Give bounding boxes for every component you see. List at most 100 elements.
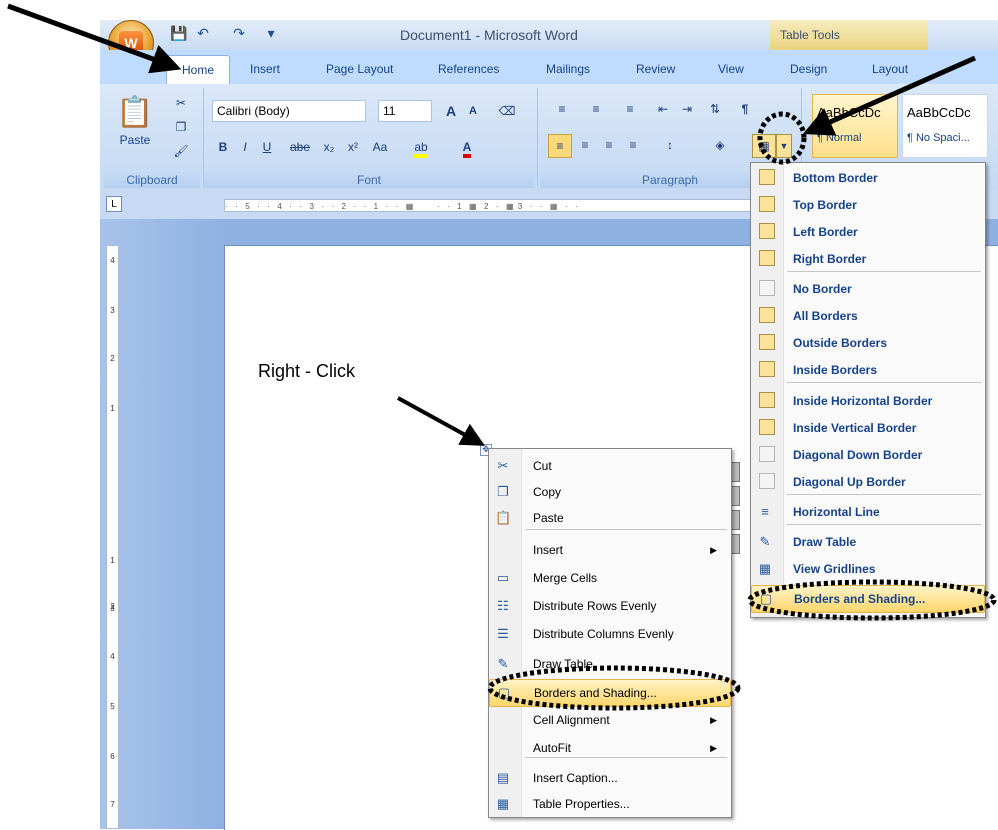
tab-references[interactable]: References <box>434 58 503 80</box>
style-normal[interactable]: AaBbCcDc ¶ Normal <box>812 94 898 158</box>
multilevel-list-icon[interactable]: ≡ <box>616 98 644 120</box>
bullets-icon[interactable]: ≡ <box>548 98 576 120</box>
borders-menu-item-label: Borders and Shading... <box>794 592 926 606</box>
context-menu-item[interactable]: ✂ Cut <box>489 453 731 479</box>
vruler-number: 3 <box>110 306 115 315</box>
underline-button[interactable]: U <box>256 136 278 158</box>
copy-icon[interactable]: ❐ <box>170 116 192 138</box>
clear-formatting-icon[interactable]: ⌫ <box>496 100 518 122</box>
borders-menu-item[interactable]: Diagonal Up Border <box>751 469 985 495</box>
tab-view[interactable]: View <box>714 58 748 80</box>
tab-page-layout[interactable]: Page Layout <box>322 58 397 80</box>
shading-icon[interactable]: ◈ <box>706 134 734 156</box>
bold-button[interactable]: B <box>212 136 234 158</box>
borders-menu-item[interactable]: Inside Vertical Border <box>751 415 985 441</box>
context-menu-item[interactable]: ▢ Borders and Shading... <box>489 679 731 707</box>
italic-button[interactable]: I <box>234 136 256 158</box>
context-menu-item[interactable]: ✎ Draw Table <box>489 651 731 677</box>
cut-icon[interactable]: ✂ <box>170 92 192 114</box>
strikethrough-button[interactable]: abe <box>286 136 314 158</box>
show-formatting-icon[interactable]: ¶ <box>734 98 756 120</box>
borders-menu-item[interactable]: Inside Horizontal Border <box>751 388 985 414</box>
borders-menu-item[interactable]: ▢ Borders and Shading... <box>751 585 985 613</box>
borders-menu-item[interactable]: ▦ View Gridlines <box>751 556 985 582</box>
bottom-border-icon <box>759 169 775 185</box>
save-icon[interactable]: 💾 <box>170 24 188 42</box>
sort-icon[interactable]: ⇅ <box>704 98 726 120</box>
undo-icon[interactable]: ↶ <box>194 24 212 42</box>
tab-mailings[interactable]: Mailings <box>542 58 594 80</box>
style-no-spacing[interactable]: AaBbCcDc ¶ No Spaci... <box>902 94 988 158</box>
decrease-indent-icon[interactable]: ⇤ <box>652 98 674 120</box>
borders-menu-item[interactable]: ✎ Draw Table <box>751 529 985 555</box>
change-case-button[interactable]: Aa <box>366 136 394 158</box>
borders-menu-item-label: Top Border <box>793 198 857 212</box>
context-menu-item[interactable]: ▭ Merge Cells <box>489 565 731 591</box>
context-menu-item[interactable]: ☷ Distribute Rows Evenly <box>489 593 731 619</box>
context-menu-item[interactable]: Insert ▶ <box>489 537 731 563</box>
customize-icon[interactable]: ▾ <box>262 24 280 42</box>
line-spacing-icon[interactable]: ↕ <box>656 134 684 156</box>
shrink-font-button[interactable]: A <box>462 100 484 122</box>
font-color-icon[interactable]: A <box>452 136 482 158</box>
vruler-number: 2 <box>110 354 115 363</box>
borders-menu-item[interactable]: Right Border <box>751 246 985 272</box>
superscript-button[interactable]: x² <box>342 136 364 158</box>
align-right-icon[interactable]: ≡ <box>598 134 620 156</box>
context-menu-item[interactable]: 📋 Paste <box>489 505 731 531</box>
format-painter-icon[interactable]: 🖌 <box>170 140 192 162</box>
font-size-box[interactable]: 11 <box>378 100 432 122</box>
borders-menu-item[interactable]: ≡ Horizontal Line <box>751 499 985 525</box>
distribute-rows-icon: ☷ <box>497 598 509 613</box>
borders-menu-item[interactable]: No Border <box>751 276 985 302</box>
tab-selector[interactable]: L <box>106 196 122 212</box>
submenu-arrow-icon: ▶ <box>710 715 717 725</box>
increase-indent-icon[interactable]: ⇥ <box>676 98 698 120</box>
context-menu-item[interactable]: ❐ Copy <box>489 479 731 505</box>
borders-menu-item[interactable]: Top Border <box>751 192 985 218</box>
style-normal-name: ¶ Normal <box>817 132 862 144</box>
borders-menu-item[interactable]: Diagonal Down Border <box>751 442 985 468</box>
horizontal-line-icon: ≡ <box>761 504 769 519</box>
borders-menu-item-label: Right Border <box>793 252 867 266</box>
justify-icon[interactable]: ≡ <box>622 134 644 156</box>
align-center-icon[interactable]: ≡ <box>574 134 596 156</box>
context-menu-item[interactable]: ▦ Table Properties... <box>489 791 731 817</box>
context-menu-item[interactable]: Cell Alignment ▶ <box>489 707 731 733</box>
vruler-number: 1 <box>110 556 115 565</box>
grow-font-button[interactable]: A <box>440 100 462 122</box>
borders-menu-item[interactable]: All Borders <box>751 303 985 329</box>
tab-home[interactable]: Home <box>166 55 230 84</box>
borders-menu-item[interactable]: Bottom Border <box>751 165 985 191</box>
borders-dropdown-icon[interactable]: ▼ <box>776 134 792 158</box>
left-border-icon <box>759 223 775 239</box>
align-left-icon[interactable]: ≡ <box>548 134 572 158</box>
tab-review[interactable]: Review <box>632 58 679 80</box>
context-menu-item-label: Insert <box>533 543 564 557</box>
tab-layout[interactable]: Layout <box>868 58 912 80</box>
menu-separator <box>787 382 981 383</box>
menu-separator <box>525 757 727 758</box>
borders-icon[interactable]: ▦ <box>752 134 776 158</box>
inside-horizontal-border-icon <box>759 392 775 408</box>
borders-menu-item[interactable]: Outside Borders <box>751 330 985 356</box>
borders-menu-item[interactable]: Left Border <box>751 219 985 245</box>
highlight-icon[interactable]: ab <box>406 136 436 158</box>
context-menu-item-label: Paste <box>533 511 564 525</box>
tab-design[interactable]: Design <box>786 58 831 80</box>
vertical-ruler[interactable]: 4 3 2 1 1 2 3 4 5 6 7 <box>106 245 119 829</box>
tab-insert[interactable]: Insert <box>246 58 284 80</box>
numbering-icon[interactable]: ≡ <box>582 98 610 120</box>
paste-button[interactable]: 📋 Paste <box>112 92 158 160</box>
borders-menu-item[interactable]: Inside Borders <box>751 357 985 383</box>
borders-menu-item-label: Inside Borders <box>793 363 878 377</box>
context-menu-item[interactable]: ▤ Insert Caption... <box>489 765 731 791</box>
redo-icon[interactable]: ↷ <box>230 24 248 42</box>
caption-icon: ▤ <box>496 770 510 785</box>
borders-menu: Bottom Border Top Border Left Border Right … <box>750 162 986 618</box>
font-name-box[interactable]: Calibri (Body) <box>212 100 366 122</box>
menu-separator <box>787 524 981 525</box>
subscript-button[interactable]: x₂ <box>318 136 340 158</box>
context-menu-item[interactable]: ☰ Distribute Columns Evenly <box>489 621 731 647</box>
borders-menu-item-label: Inside Horizontal Border <box>793 394 933 408</box>
